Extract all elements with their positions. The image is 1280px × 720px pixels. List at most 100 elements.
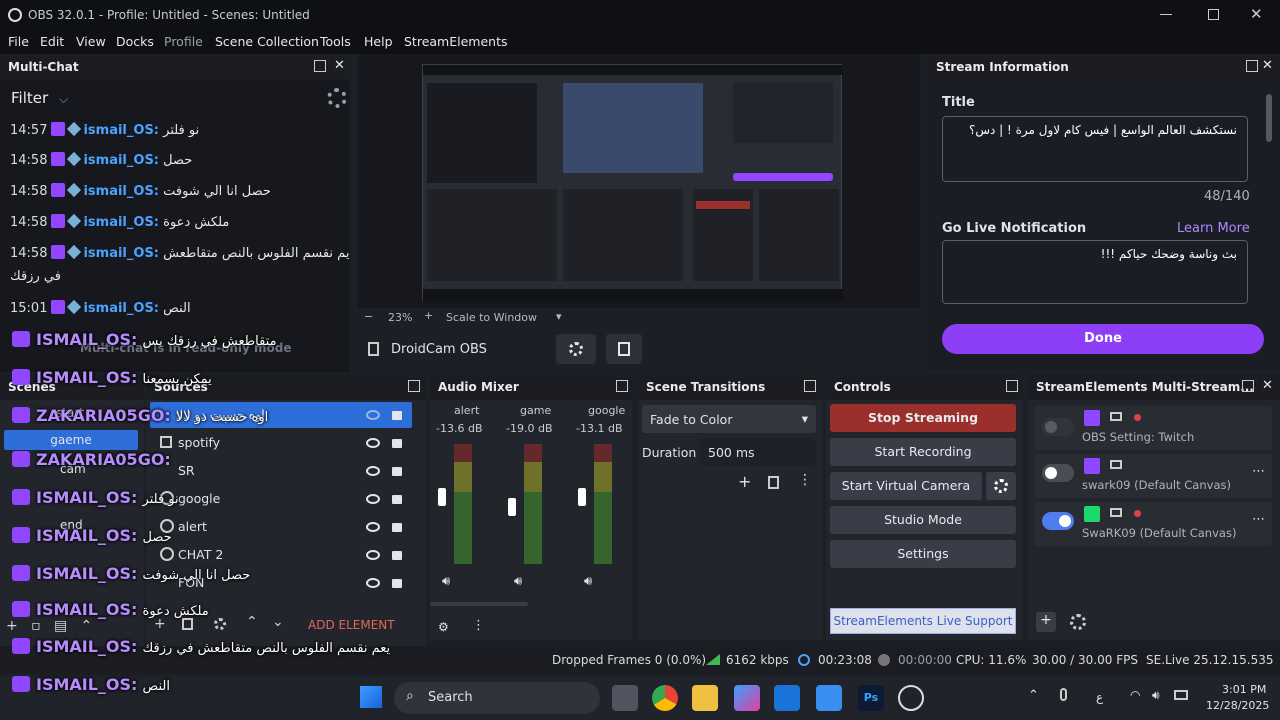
input-language[interactable]: ع bbox=[1096, 690, 1103, 704]
mixer-scrollbar[interactable] bbox=[430, 602, 528, 606]
windows-start-icon[interactable] bbox=[360, 686, 382, 708]
live-support-button[interactable]: StreamElements Live Support bbox=[830, 608, 1016, 634]
gear-icon[interactable] bbox=[1070, 614, 1086, 630]
tray-expand-icon[interactable]: ⌃ bbox=[1028, 688, 1039, 703]
more-icon[interactable]: ⋮ bbox=[472, 618, 485, 633]
preview-area[interactable] bbox=[358, 54, 920, 308]
trash-icon[interactable] bbox=[768, 476, 779, 489]
start-recording-button[interactable]: Start Recording bbox=[830, 438, 1016, 466]
float-icon[interactable] bbox=[1006, 380, 1018, 392]
live-dot-icon bbox=[1134, 414, 1141, 421]
multistream-target[interactable]: swark09 (Default Canvas) ⋯ bbox=[1034, 454, 1272, 498]
source-filters-button[interactable] bbox=[606, 334, 642, 364]
close-icon[interactable]: ✕ bbox=[1262, 378, 1273, 393]
speaker-icon[interactable]: 🔊︎ bbox=[584, 574, 592, 589]
more-icon[interactable]: ⋯ bbox=[1252, 464, 1265, 479]
chrome-icon[interactable] bbox=[652, 685, 678, 711]
source-item[interactable]: SR bbox=[150, 458, 412, 486]
multistream-target[interactable]: OBS Setting: Twitch bbox=[1034, 406, 1272, 450]
photoshop-icon[interactable]: Ps bbox=[858, 685, 884, 711]
settings-button[interactable]: Settings bbox=[830, 540, 1016, 568]
volume-icon[interactable]: 🔊︎ bbox=[1152, 688, 1160, 703]
done-button[interactable]: Done bbox=[942, 324, 1264, 354]
clock-date[interactable]: 12/28/2025 bbox=[1206, 699, 1269, 712]
source-item[interactable]: spotify bbox=[150, 430, 412, 458]
wifi-icon[interactable]: ◠ bbox=[1130, 688, 1140, 702]
transition-select[interactable]: Fade to Color ▾ bbox=[642, 405, 816, 433]
float-icon[interactable] bbox=[1246, 60, 1258, 72]
duration-input[interactable]: 500 ms bbox=[700, 438, 816, 466]
studio-mode-button[interactable]: Studio Mode bbox=[830, 506, 1016, 534]
scale-mode[interactable]: Scale to Window bbox=[446, 311, 537, 324]
menu-tools[interactable]: Tools bbox=[320, 34, 351, 49]
more-icon[interactable]: ⋮ bbox=[798, 472, 812, 488]
maximize-button[interactable] bbox=[1208, 9, 1219, 20]
source-item[interactable]: google bbox=[150, 486, 412, 514]
minimize-button[interactable] bbox=[1160, 14, 1172, 15]
up-icon[interactable]: ⌃ bbox=[81, 618, 93, 634]
filter-button[interactable]: Filter ⌵ bbox=[11, 89, 68, 107]
add-element-button[interactable]: ADD ELEMENT bbox=[308, 618, 395, 632]
gear-icon[interactable] bbox=[327, 88, 347, 108]
folder-icon[interactable] bbox=[692, 685, 718, 711]
title-input[interactable]: نستكشف العالم الواسع | فيس كام لاول مرة … bbox=[942, 116, 1248, 182]
volume-slider[interactable] bbox=[508, 498, 516, 516]
speaker-icon[interactable]: 🔊︎ bbox=[442, 574, 450, 589]
obs-icon[interactable] bbox=[898, 685, 924, 711]
source-settings-button[interactable] bbox=[556, 334, 596, 364]
chat-message: 14:58 ismail_OS: حصل bbox=[10, 151, 193, 168]
copilot-icon[interactable] bbox=[734, 685, 760, 711]
volume-slider[interactable] bbox=[578, 488, 586, 506]
mixer-settings-icon[interactable]: ⚙ bbox=[438, 620, 449, 634]
menu-edit[interactable]: Edit bbox=[40, 34, 64, 49]
menu-view[interactable]: View bbox=[76, 34, 106, 49]
taskbar-search[interactable]: ⌕ Search bbox=[394, 682, 600, 714]
close-icon[interactable]: ✕ bbox=[334, 58, 345, 73]
clock-time[interactable]: 3:01 PM bbox=[1222, 683, 1266, 696]
close-window-button[interactable]: ✕ bbox=[1250, 5, 1263, 23]
scale-dropdown-icon[interactable]: ▾ bbox=[556, 310, 562, 323]
task-view-icon[interactable] bbox=[612, 685, 638, 711]
float-icon[interactable] bbox=[314, 60, 326, 72]
toggle-switch[interactable] bbox=[1042, 418, 1074, 436]
toggle-switch[interactable] bbox=[1042, 512, 1074, 530]
trash-icon[interactable]: ▫ bbox=[31, 618, 41, 634]
toggle-switch[interactable] bbox=[1042, 464, 1074, 482]
gear-icon[interactable] bbox=[214, 618, 226, 630]
close-icon[interactable]: ✕ bbox=[1262, 58, 1273, 73]
float-icon[interactable] bbox=[408, 380, 420, 392]
speaker-icon[interactable]: 🔊︎ bbox=[514, 574, 522, 589]
outlook-icon[interactable] bbox=[774, 685, 800, 711]
move-up-icon[interactable]: ⌃ bbox=[246, 614, 258, 630]
menu-streamelements[interactable]: StreamElements bbox=[404, 34, 508, 49]
zoom-out-button[interactable]: − bbox=[364, 310, 373, 323]
volume-slider[interactable] bbox=[438, 488, 446, 506]
stop-streaming-button[interactable]: Stop Streaming bbox=[830, 404, 1016, 432]
menu-help[interactable]: Help bbox=[364, 34, 393, 49]
add-icon[interactable]: + bbox=[6, 618, 18, 634]
zoom-in-button[interactable]: + bbox=[424, 309, 433, 322]
filter-icon[interactable]: ▤ bbox=[54, 618, 67, 634]
more-icon[interactable]: ⋯ bbox=[1252, 512, 1265, 527]
menu-file[interactable]: File bbox=[8, 34, 29, 49]
golive-input[interactable]: بث وناسة وضحك حياكم !!! bbox=[942, 240, 1248, 304]
multistream-target[interactable]: SwaRK09 (Default Canvas) ⋯ bbox=[1034, 502, 1272, 546]
battery-icon[interactable] bbox=[1174, 690, 1188, 700]
trash-icon[interactable] bbox=[182, 618, 193, 630]
store-icon[interactable] bbox=[816, 685, 842, 711]
menu-docks[interactable]: Docks bbox=[116, 34, 154, 49]
float-icon[interactable] bbox=[616, 380, 628, 392]
menu-scene-collection[interactable]: Scene Collection bbox=[215, 34, 319, 49]
virtual-camera-settings-button[interactable] bbox=[986, 472, 1016, 500]
start-virtual-camera-button[interactable]: Start Virtual Camera bbox=[830, 472, 982, 500]
learn-more-link[interactable]: Learn More bbox=[1177, 221, 1250, 236]
add-icon[interactable]: + bbox=[738, 472, 751, 491]
add-target-button[interactable]: + bbox=[1036, 612, 1056, 632]
float-icon[interactable] bbox=[1242, 380, 1254, 392]
float-icon[interactable] bbox=[804, 380, 816, 392]
scene-item-selected[interactable]: gaeme bbox=[4, 430, 138, 450]
scrollbar[interactable] bbox=[1266, 94, 1272, 142]
menu-profile[interactable]: Profile bbox=[164, 34, 203, 49]
source-item[interactable]: alert bbox=[150, 514, 412, 542]
move-down-icon[interactable]: ⌄ bbox=[272, 614, 284, 630]
